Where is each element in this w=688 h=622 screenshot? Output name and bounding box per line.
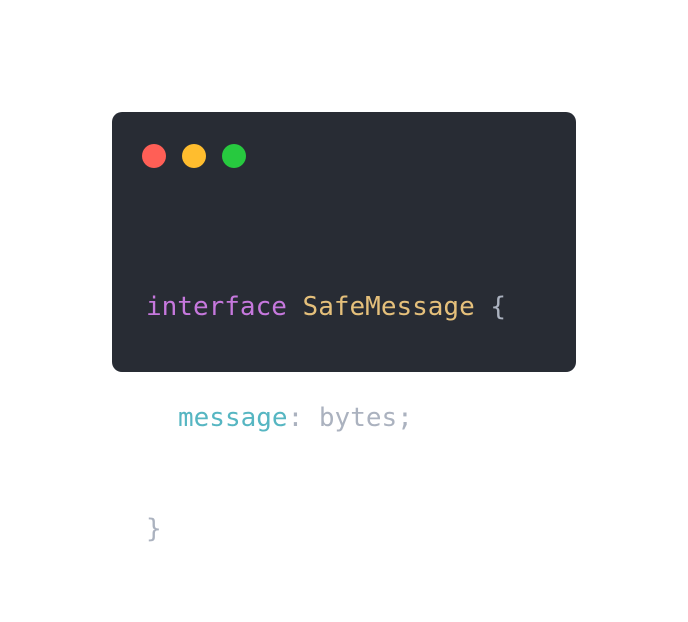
type-name: SafeMessage — [302, 292, 475, 322]
property-name: message — [178, 403, 288, 433]
code-window: interface SafeMessage { message: bytes; … — [112, 112, 576, 544]
keyword-interface: interface — [146, 292, 287, 322]
code-line-1: interface SafeMessage { — [146, 289, 506, 326]
code-line-2: message: bytes; — [146, 400, 506, 437]
code-block: interface SafeMessage { message: bytes; … — [146, 215, 506, 622]
close-button[interactable] — [142, 144, 166, 168]
minimize-button[interactable] — [182, 144, 206, 168]
code-line-3: } — [146, 511, 506, 548]
close-brace: } — [146, 514, 162, 544]
property-type: : bytes; — [287, 403, 413, 433]
open-brace: { — [474, 292, 507, 322]
zoom-button[interactable] — [222, 144, 246, 168]
window-controls — [142, 144, 246, 168]
